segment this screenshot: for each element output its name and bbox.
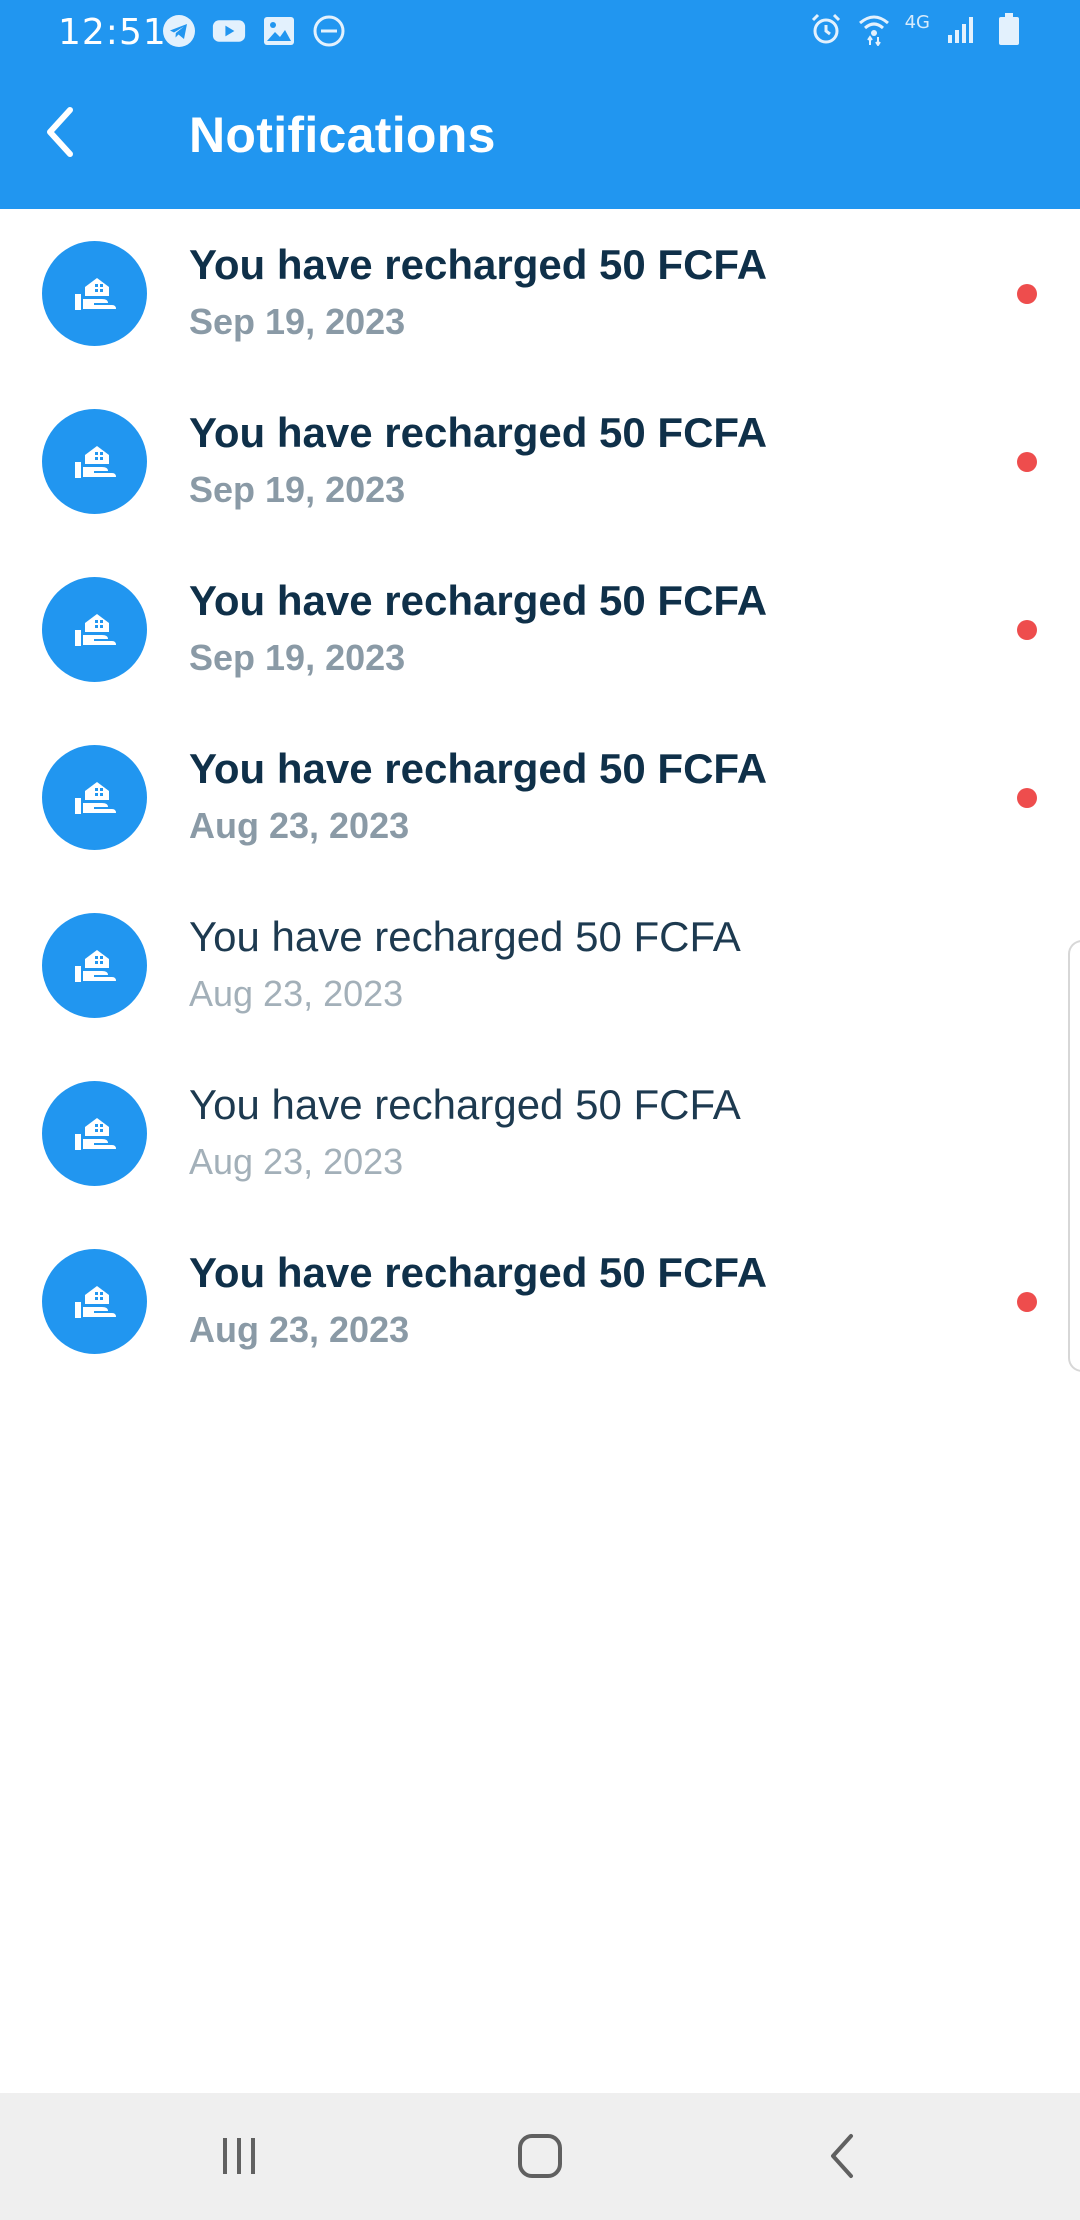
unread-indicator	[1017, 620, 1037, 640]
notification-item[interactable]: You have recharged 50 FCFA Sep 19, 2023	[0, 545, 1080, 713]
notification-title: You have recharged 50 FCFA	[189, 745, 768, 792]
notification-list: You have recharged 50 FCFA Sep 19, 2023 …	[0, 209, 1080, 1385]
app-bar: Notifications	[0, 64, 1080, 209]
unread-indicator	[1017, 1292, 1037, 1312]
recent-apps-button[interactable]	[204, 2123, 274, 2189]
notification-date: Aug 23, 2023	[189, 973, 404, 1014]
notification-title: You have recharged 50 FCFA	[189, 409, 768, 456]
notification-item[interactable]: You have recharged 50 FCFA Aug 23, 2023	[0, 713, 1080, 881]
unread-indicator	[1017, 284, 1037, 304]
home-button[interactable]	[505, 2123, 575, 2189]
gallery-icon	[262, 14, 296, 48]
network-type: 4G	[904, 11, 930, 33]
youtube-icon	[212, 14, 246, 48]
notification-title: You have recharged 50 FCFA	[189, 913, 741, 960]
notification-title: You have recharged 50 FCFA	[189, 241, 768, 288]
recharge-icon	[42, 577, 147, 682]
page-title: Notifications	[189, 107, 496, 163]
recharge-icon	[42, 409, 147, 514]
notification-item[interactable]: You have recharged 50 FCFA Aug 23, 2023	[0, 881, 1080, 1049]
recharge-icon	[42, 913, 147, 1018]
system-nav-bar	[0, 2093, 1080, 2220]
edge-panel-handle[interactable]	[1068, 940, 1080, 1372]
notification-title: You have recharged 50 FCFA	[189, 577, 768, 624]
recharge-icon	[42, 745, 147, 850]
alarm-icon	[809, 12, 843, 46]
nav-back-button[interactable]	[808, 2123, 878, 2189]
notification-item[interactable]: You have recharged 50 FCFA Sep 19, 2023	[0, 209, 1080, 377]
notification-date: Sep 19, 2023	[189, 301, 406, 342]
notification-title: You have recharged 50 FCFA	[189, 1081, 741, 1128]
unread-indicator	[1017, 788, 1037, 808]
unread-indicator	[1017, 452, 1037, 472]
home-icon	[518, 2134, 562, 2178]
notification-item[interactable]: You have recharged 50 FCFA Sep 19, 2023	[0, 377, 1080, 545]
system-status-icons: 4G	[809, 12, 1026, 46]
chevron-left-icon	[47, 107, 73, 157]
notification-date: Sep 19, 2023	[189, 469, 406, 510]
telegram-icon	[162, 14, 196, 48]
notification-date: Aug 23, 2023	[189, 1141, 404, 1182]
top-bar: 12:51 4G Notifications	[0, 0, 1080, 209]
status-time: 12:51	[58, 12, 167, 53]
recent-apps-icon	[223, 2138, 255, 2174]
notification-date: Aug 23, 2023	[189, 805, 410, 846]
notification-date: Sep 19, 2023	[189, 637, 406, 678]
back-button[interactable]	[30, 102, 90, 162]
do-not-disturb-icon	[312, 14, 346, 48]
back-icon	[831, 2134, 853, 2178]
notification-icons	[162, 14, 346, 48]
recharge-icon	[42, 1081, 147, 1186]
battery-icon	[992, 12, 1026, 46]
signal-icon	[944, 12, 978, 46]
recharge-icon	[42, 1249, 147, 1354]
notification-title: You have recharged 50 FCFA	[189, 1249, 768, 1296]
notification-item[interactable]: You have recharged 50 FCFA Aug 23, 2023	[0, 1049, 1080, 1217]
notification-date: Aug 23, 2023	[189, 1309, 410, 1350]
recharge-icon	[42, 241, 147, 346]
status-bar: 12:51 4G	[0, 0, 1080, 64]
wifi-icon	[857, 12, 891, 46]
notification-item[interactable]: You have recharged 50 FCFA Aug 23, 2023	[0, 1217, 1080, 1385]
